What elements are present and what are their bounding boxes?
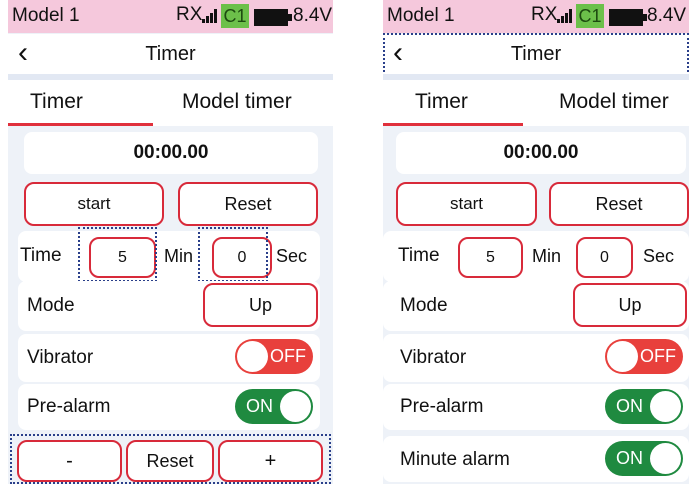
seconds-unit: Sec bbox=[643, 246, 675, 266]
pre-alarm-label: Pre-alarm bbox=[27, 396, 111, 417]
toggle-knob bbox=[650, 391, 681, 422]
pre-alarm-row: Pre-alarm ON bbox=[18, 384, 320, 430]
time-label: Time bbox=[20, 245, 62, 266]
status-bar: Model 1 RX C1 8.4V bbox=[8, 0, 333, 33]
start-button[interactable]: start bbox=[24, 182, 164, 226]
active-tab-indicator bbox=[8, 123, 153, 126]
mode-row: Mode Up bbox=[383, 281, 689, 331]
seconds-input[interactable]: 0 bbox=[576, 237, 633, 278]
tab-timer[interactable]: Timer bbox=[415, 90, 468, 114]
signal-icon bbox=[202, 9, 218, 23]
battery-icon bbox=[609, 9, 647, 26]
tab-model-timer[interactable]: Model timer bbox=[182, 90, 292, 114]
tab-model-timer[interactable]: Model timer bbox=[559, 90, 669, 114]
pre-alarm-toggle[interactable]: ON bbox=[235, 389, 313, 424]
vibrator-row: Vibrator OFF bbox=[383, 334, 689, 382]
time-row: Time 5 Min 0 Sec bbox=[18, 231, 320, 282]
reset-button[interactable]: Reset bbox=[178, 182, 318, 226]
minutes-unit: Min bbox=[164, 246, 194, 266]
timer-screen-right: Model 1 RX C1 8.4V ‹ Timer Timer Model t… bbox=[383, 0, 689, 484]
toggle-knob bbox=[650, 443, 681, 474]
seconds-focus-outline bbox=[198, 227, 268, 282]
minute-alarm-state: ON bbox=[616, 448, 643, 468]
battery-icon bbox=[254, 9, 292, 26]
vibrator-toggle[interactable]: OFF bbox=[605, 339, 683, 374]
pre-alarm-label: Pre-alarm bbox=[400, 396, 484, 417]
toggle-knob bbox=[607, 341, 638, 372]
page-title: Timer bbox=[145, 43, 196, 65]
mode-select[interactable]: Up bbox=[203, 283, 318, 327]
vibrator-row: Vibrator OFF bbox=[18, 334, 320, 382]
channel-badge: C1 bbox=[221, 4, 249, 28]
vibrator-label: Vibrator bbox=[27, 347, 94, 368]
mode-select[interactable]: Up bbox=[573, 283, 687, 327]
tab-timer[interactable]: Timer bbox=[30, 90, 83, 114]
rx-label: RX bbox=[531, 4, 558, 25]
title-focus-outline bbox=[383, 33, 689, 76]
pre-alarm-state: ON bbox=[616, 396, 643, 416]
minutes-input[interactable]: 5 bbox=[458, 237, 523, 278]
pre-alarm-toggle[interactable]: ON bbox=[605, 389, 683, 424]
tab-bar: Timer Model timer bbox=[383, 80, 689, 126]
rx-label: RX bbox=[176, 4, 203, 25]
toggle-knob bbox=[280, 391, 311, 422]
vibrator-toggle[interactable]: OFF bbox=[235, 339, 313, 374]
status-bar: Model 1 RX C1 8.4V bbox=[383, 0, 689, 33]
start-button[interactable]: start bbox=[396, 182, 537, 226]
vibrator-state: OFF bbox=[640, 346, 676, 366]
pre-alarm-state: ON bbox=[246, 396, 273, 416]
keypad-focus-outline bbox=[10, 434, 331, 484]
battery-voltage: 8.4V bbox=[293, 5, 333, 26]
minute-alarm-row: Minute alarm ON bbox=[383, 436, 689, 482]
timer-screen-left: Model 1 RX C1 8.4V ‹ Timer Timer Model t… bbox=[8, 0, 333, 484]
tab-bar: Timer Model timer bbox=[8, 80, 333, 126]
vibrator-label: Vibrator bbox=[400, 347, 467, 368]
reset-button[interactable]: Reset bbox=[549, 182, 689, 226]
mode-label: Mode bbox=[400, 295, 448, 316]
time-label: Time bbox=[398, 245, 440, 266]
model-name: Model 1 bbox=[12, 5, 80, 26]
seconds-unit: Sec bbox=[276, 246, 308, 266]
title-row: ‹ Timer bbox=[8, 34, 333, 74]
timer-display: 00:00.00 bbox=[24, 132, 318, 174]
mode-label: Mode bbox=[27, 295, 75, 316]
timer-display: 00:00.00 bbox=[396, 132, 686, 174]
minute-alarm-toggle[interactable]: ON bbox=[605, 441, 683, 476]
minute-alarm-label: Minute alarm bbox=[400, 449, 510, 470]
signal-icon bbox=[557, 9, 573, 23]
pre-alarm-row: Pre-alarm ON bbox=[383, 384, 689, 430]
active-tab-indicator bbox=[383, 123, 523, 126]
battery-voltage: 8.4V bbox=[647, 5, 687, 26]
minutes-focus-outline bbox=[78, 227, 157, 282]
time-row: Time 5 Min 0 Sec bbox=[383, 231, 689, 282]
model-name: Model 1 bbox=[387, 5, 455, 26]
vibrator-state: OFF bbox=[270, 346, 306, 366]
minutes-unit: Min bbox=[532, 246, 562, 266]
mode-row: Mode Up bbox=[18, 281, 320, 331]
channel-badge: C1 bbox=[576, 4, 604, 28]
toggle-knob bbox=[237, 341, 268, 372]
